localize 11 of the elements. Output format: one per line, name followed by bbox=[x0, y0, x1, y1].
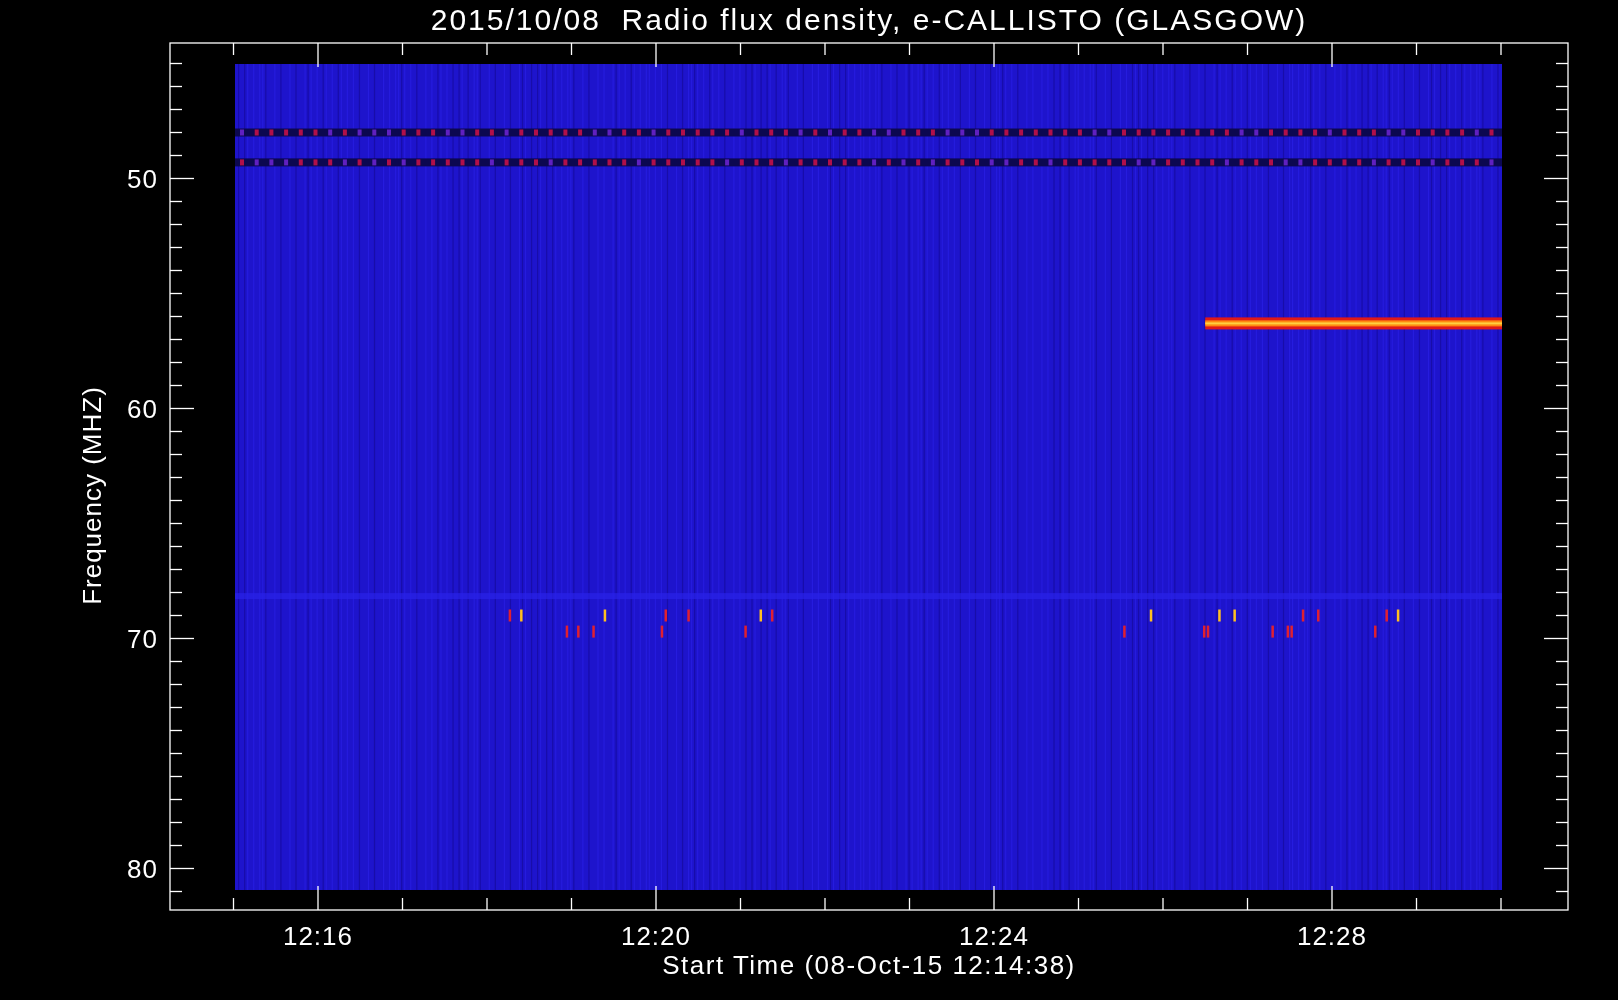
tick-label: 12:28 bbox=[1296, 921, 1368, 950]
tick-label: 70 bbox=[127, 623, 158, 654]
tick-label: 12:24 bbox=[958, 921, 1030, 950]
x-axis-label: Start Time (08-Oct-15 12:14:38) bbox=[662, 950, 1076, 981]
tick-label: 12:16 bbox=[282, 921, 354, 950]
chart-title: 2015/10/08 Radio flux density, e-CALLISTO (GLASGOW) bbox=[430, 3, 1308, 37]
y-axis-label: Frequency (MHZ) bbox=[76, 385, 108, 605]
tick-label: 50 bbox=[127, 163, 158, 194]
tick-label: 12:20 bbox=[620, 921, 692, 950]
tick-label: 80 bbox=[127, 853, 158, 884]
tick-label: 60 bbox=[127, 393, 158, 424]
